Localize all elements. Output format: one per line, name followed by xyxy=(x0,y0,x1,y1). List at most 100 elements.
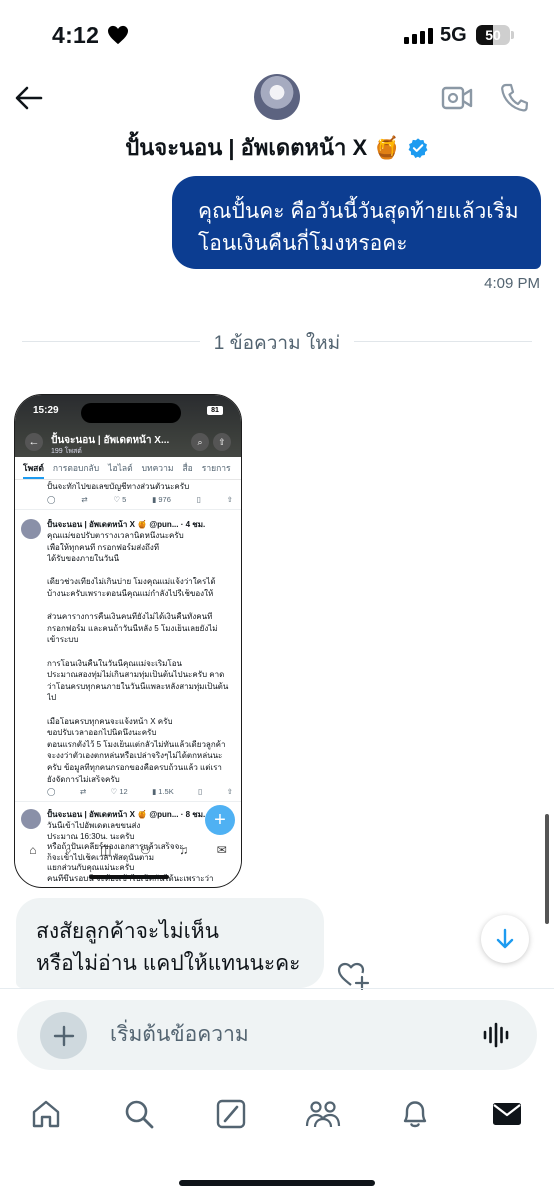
screenshot-post-line: ยังจัดการไม่เสร็จครับ xyxy=(47,774,120,784)
screenshot-separator xyxy=(15,801,241,802)
screenshot-tab: การตอบกลับ xyxy=(52,463,100,473)
scrollbar[interactable] xyxy=(545,814,549,924)
incoming-message-bubble[interactable]: สงสัยลูกค้าจะไม่เห็น หรือไม่อ่าน แคปให้แ… xyxy=(16,898,324,988)
add-attachment-button[interactable] xyxy=(40,1012,87,1059)
phone-call-icon[interactable] xyxy=(500,82,528,112)
home-icon[interactable] xyxy=(30,1098,62,1130)
screenshot-back-icon: ← xyxy=(25,433,43,451)
cellular-signal-icon xyxy=(404,28,433,44)
view-count: ▮ 976 xyxy=(152,495,171,504)
composer-border xyxy=(0,988,554,989)
reply-icon: ◯ xyxy=(47,495,56,504)
plus-icon xyxy=(53,1025,74,1046)
screenshot-post-line: แยกส่วนกับคุณแม่นะครับ xyxy=(47,863,135,873)
incoming-message-line-2: หรือไม่อ่าน แคปให้แทนนะคะ xyxy=(36,952,301,975)
screenshot-post-line: ประมาณ 16:30น. นะครับ xyxy=(47,831,135,841)
screenshot-avatar xyxy=(21,809,41,829)
screenshot-post-line: เมื่อโอนครบทุกคนจะแจ้งหน้า X ครับ xyxy=(47,716,173,726)
search-icon[interactable] xyxy=(123,1098,155,1130)
outgoing-message-line-2: โอนเงินคืนกี่โมงหรอคะ xyxy=(198,232,408,255)
screenshot-post-line: ประมาณสองทุ่มไม่เกินสามทุ่มเป็นต้นไปนะคร… xyxy=(47,670,225,680)
screenshot-home-icon: ⌂ xyxy=(29,843,37,857)
battery-level: 50 xyxy=(485,27,501,43)
network-type: 5G xyxy=(440,24,467,46)
screenshot-post-line: ขอปรับเวลาออกไปนิดนึงนะครับ xyxy=(47,728,157,738)
verified-badge-icon xyxy=(408,138,428,158)
outgoing-message-time: 4:09 PM xyxy=(484,275,540,292)
video-call-icon[interactable] xyxy=(441,84,473,112)
screenshot-tab: รายการ xyxy=(201,463,231,473)
status-time: 4:12 xyxy=(52,22,100,48)
outgoing-message-line-1: คุณปั้นคะ คือวันนี้วันสุดท้ายแล้วเริ่ม xyxy=(198,200,519,223)
screenshot-attachment[interactable]: 15:29 81 ← ปั้นจะนอน | อัพเดตหน้า X... 1… xyxy=(14,394,242,888)
screenshot-post1-actions: ◯ ⇄ ♡ 12 ▮ 1.5K ▯ ⇧ xyxy=(47,787,233,796)
reply-icon: ◯ xyxy=(47,787,56,796)
heart-icon xyxy=(108,25,128,45)
screenshot-post-line: จะงงว่าตัวเองตกหล่นหรือเปล่าจริงๆไม่ได้ต… xyxy=(47,751,223,761)
dynamic-island xyxy=(81,403,181,423)
bookmark-icon: ▯ xyxy=(196,495,201,504)
grok-icon[interactable] xyxy=(215,1098,247,1130)
outgoing-message-bubble[interactable]: คุณปั้นคะ คือวันนี้วันสุดท้ายแล้วเริ่ม โ… xyxy=(172,176,541,269)
screenshot-post-line: ครับ ข้อมูลที่ทุกคนกรอกของคือครบถ้วนแล้ว… xyxy=(47,763,222,772)
notifications-icon[interactable] xyxy=(399,1098,431,1130)
screenshot-post-line: หรือถ้าปั้นเคลียร์ของเอกสารแล้วเสร็จจะ xyxy=(47,842,184,852)
back-arrow-icon[interactable] xyxy=(14,83,44,113)
screenshot-post-line: คนที่ขึ้นรอบนี้ จะต้องเข้าไปเช็คกันได้นะ… xyxy=(47,874,214,883)
screenshot-post1-author: ปั้นจะนอน | อัพเดตหน้า X 🍯 @pun... · 4 ช… xyxy=(47,520,206,529)
divider-left xyxy=(22,341,200,342)
screenshot-tab: สื่อ xyxy=(182,463,193,473)
divider-right xyxy=(354,341,532,342)
screenshot-post-line: เดี๋ยวช่วงเที่ยงไม่เกินบ่าย โมงคุณแม่แจ้… xyxy=(47,577,216,587)
screenshot-post-line: กรอกฟอร์ม และคนถ้าวันนี้หลัง 5 โมงเย็นเล… xyxy=(47,623,218,633)
screenshot-post-line: วันนี้เข้าไปอัพเดตเลขขนส่ง xyxy=(47,821,141,830)
battery-icon: 50 xyxy=(476,25,510,45)
screenshot-separator xyxy=(15,509,241,510)
scroll-to-bottom-button[interactable] xyxy=(481,915,529,963)
view-count: ▮ 1.5K xyxy=(152,787,174,796)
screenshot-time: 15:29 xyxy=(33,405,59,416)
screenshot-post-line: ก็จะเข้าไปเช็คเวลาพัสดุนั้นตาม xyxy=(47,852,155,862)
arrow-down-icon xyxy=(496,928,514,949)
screenshot-post-line: ได้รับของภายในวันนี้ xyxy=(47,554,120,564)
screenshot-share-icon: ⇧ xyxy=(213,433,231,451)
contact-avatar[interactable] xyxy=(254,74,300,120)
repost-icon: ⇄ xyxy=(81,495,88,504)
share-icon: ⇧ xyxy=(226,495,233,504)
contact-name: ปั้นจะนอน | อัพเดตหน้า X 🍯 xyxy=(125,135,401,160)
screenshot-tab: บทความ xyxy=(141,463,174,473)
messages-icon[interactable] xyxy=(491,1098,523,1130)
screenshot-post-line: เข้าระบบ xyxy=(47,635,79,645)
screenshot-top-line: ปั้นจะทักไปขอเลขบัญชีทางส่วนตัวนะครับ xyxy=(47,482,190,491)
new-messages-divider: 1 ข้อความ ใหม่ xyxy=(213,333,341,354)
message-input[interactable] xyxy=(110,1018,440,1052)
incoming-message-line-1: สงสัยลูกค้าจะไม่เห็น xyxy=(36,920,219,943)
screenshot-post-line: ไป xyxy=(47,693,57,703)
screenshot-post-line: เพื่อให้ทุกคนที่ กรอกฟอร์มส่งถึงที่ xyxy=(47,542,160,552)
screenshot-battery: 81 xyxy=(207,406,223,415)
screenshot-post-line: การโอนเงินคืนในวันนี้คุณแม่จะเริ่มโอน xyxy=(47,658,182,668)
home-indicator xyxy=(179,1180,375,1186)
screenshot-post-line: ตอนแรกตั้งไว้ 5 โมงเย็นแต่กลัวไม่ทันแล้ว… xyxy=(47,739,226,749)
like-count: ♡ 5 xyxy=(113,495,127,504)
screenshot-avatar xyxy=(21,519,41,539)
communities-icon[interactable] xyxy=(305,1098,341,1130)
repost-icon: ⇄ xyxy=(79,787,87,796)
bookmark-icon: ▯ xyxy=(198,787,203,796)
screenshot-post-line: บ้างนะครับเพราะตอนนี้คุณแม่กำลังไปรีเช็ข… xyxy=(47,589,214,598)
screenshot-top-actions: ◯ ⇄ ♡ 5 ▮ 976 ▯ ⇧ xyxy=(47,495,233,504)
screenshot-post-line: คุณแม่ขอปรับตารางเวลานิดหนึ่งนะครับ xyxy=(47,531,184,540)
screenshot-tab: ไฮไลต์ xyxy=(108,463,133,473)
like-count: ♡ 12 xyxy=(110,787,128,796)
battery-tip xyxy=(511,31,514,39)
screenshot-post-count: 199 โพสต์ xyxy=(51,448,82,455)
contact-name-row[interactable]: ปั้นจะนอน | อัพเดตหน้า X 🍯 xyxy=(0,130,554,165)
add-reaction-icon[interactable] xyxy=(336,960,370,990)
screenshot-search-icon: ⌕ xyxy=(191,433,209,451)
screenshot-tabs: โพสต์ การตอบกลับ ไฮไลต์ บทความ สื่อ รายก… xyxy=(15,457,241,480)
share-icon: ⇧ xyxy=(226,787,233,796)
voice-message-icon[interactable] xyxy=(482,1020,512,1050)
screenshot-post-line: ส่วนคารางการคืนเงินคนที่ยังไม่ได้เงินคืน… xyxy=(47,612,213,622)
screenshot-post-line: ว่าโอนครบทุกคนภายในวันนี้แพละหลังสามทุ่ม… xyxy=(47,681,229,691)
screenshot-tab: โพสต์ xyxy=(23,457,44,479)
